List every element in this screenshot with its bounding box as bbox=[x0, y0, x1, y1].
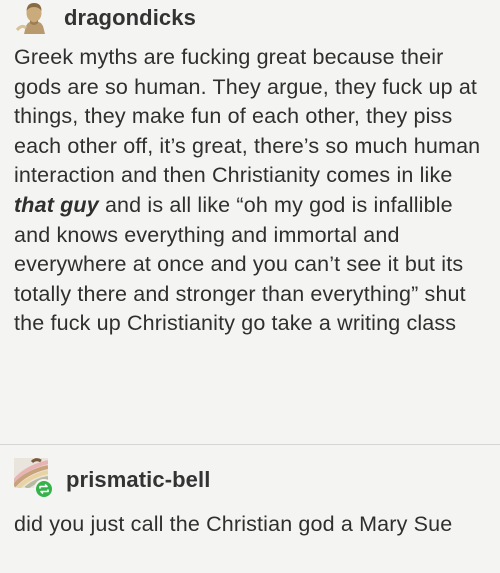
original-post: dragondicks Greek myths are fucking grea… bbox=[0, 0, 500, 445]
post-divider bbox=[0, 444, 500, 445]
reblog-post: prismatic-bell did you just call the Chr… bbox=[0, 448, 500, 573]
reblog-icon bbox=[39, 484, 49, 494]
post-header: dragondicks bbox=[14, 0, 196, 36]
username[interactable]: dragondicks bbox=[64, 7, 196, 29]
post-text-emphasis: guy bbox=[60, 192, 99, 217]
post-text-emphasis: that bbox=[14, 192, 55, 217]
post-header: prismatic-bell bbox=[14, 458, 210, 502]
avatar[interactable] bbox=[14, 0, 54, 36]
reblog-badge bbox=[34, 479, 54, 499]
post-text: did you just call the Christian god a Ma… bbox=[14, 512, 453, 536]
avatar[interactable] bbox=[14, 458, 56, 502]
post-text-part: Greek myths are fucking great because th… bbox=[14, 45, 481, 188]
username[interactable]: prismatic-bell bbox=[66, 469, 210, 491]
bust-portrait-icon bbox=[14, 0, 54, 36]
post-text: Greek myths are fucking great because th… bbox=[14, 43, 488, 339]
